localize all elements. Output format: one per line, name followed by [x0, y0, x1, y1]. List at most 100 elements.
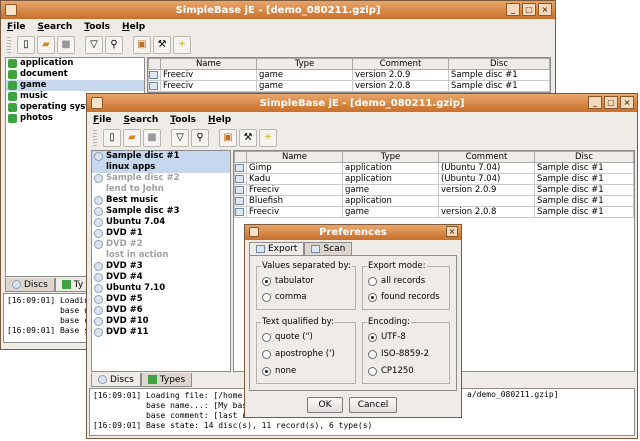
tree-item[interactable]: document [6, 69, 144, 80]
radio-quote[interactable]: quote (") [262, 332, 313, 342]
minimize-icon[interactable]: _ [588, 96, 602, 109]
tab-discs[interactable]: Discs [91, 373, 141, 387]
open-icon[interactable]: ▰ [123, 129, 141, 147]
search-icon[interactable]: ⚲ [105, 36, 123, 54]
disc-icon [94, 174, 103, 183]
export-mode-group: Export mode: all records found records [362, 261, 450, 310]
radio-tabulator[interactable]: tabulator [262, 276, 314, 286]
tree-item-comment[interactable]: linux apps [92, 162, 230, 173]
radio-found-records[interactable]: found records [368, 292, 440, 302]
tab-scan[interactable]: Scan [304, 242, 353, 255]
close-icon[interactable]: × [620, 96, 634, 109]
dialog-titlebar[interactable]: Preferences × [245, 225, 461, 240]
disc-icon [94, 229, 103, 238]
col-name-header[interactable]: Name [246, 151, 343, 163]
type-icon [8, 59, 17, 68]
tree-item-disc[interactable]: Sample disc #2 [92, 173, 230, 184]
tree-item[interactable]: application [6, 58, 144, 69]
tree-item[interactable]: game [6, 80, 144, 91]
tree-item-comment[interactable]: lost in action [92, 250, 230, 261]
tree-item-disc[interactable]: DVD #6 [92, 305, 230, 316]
back-window-titlebar[interactable]: SimpleBase jE - [demo_080211.gzip] _ □ × [1, 1, 555, 19]
maximize-icon[interactable]: □ [522, 3, 536, 16]
tree-item-disc[interactable]: DVD #1 [92, 228, 230, 239]
bulb-icon[interactable]: ☀ [173, 36, 191, 54]
col-comment-header[interactable]: Comment [352, 58, 449, 70]
table-row[interactable]: Bluefish application Sample disc #1 [234, 195, 634, 207]
radio-utf8[interactable]: UTF-8 [368, 332, 406, 342]
app-icon [249, 227, 259, 237]
tab-types[interactable]: Types [140, 373, 193, 387]
encoding-group-title: Encoding: [367, 317, 412, 327]
menu-help[interactable]: Help [122, 22, 145, 32]
table-row[interactable]: Freeciv game version 2.0.8 Sample disc #… [234, 206, 634, 218]
tree-item-disc[interactable]: Ubuntu 7.10 [92, 283, 230, 294]
menu-help[interactable]: Help [208, 115, 231, 125]
toolbar-grip[interactable] [7, 37, 11, 53]
radio-apostrophe[interactable]: apostrophe (') [262, 349, 335, 359]
tree-item-disc[interactable]: DVD #11 [92, 327, 230, 338]
bulb-icon[interactable]: ☀ [259, 129, 277, 147]
cancel-button[interactable]: Cancel [349, 397, 397, 413]
tree-item-disc[interactable]: DVD #4 [92, 272, 230, 283]
col-comment-header[interactable]: Comment [438, 151, 535, 163]
radio-all-records[interactable]: all records [368, 276, 425, 286]
open-icon[interactable]: ▰ [37, 36, 55, 54]
tree-item-disc[interactable]: Ubuntu 7.04 [92, 217, 230, 228]
menu-search[interactable]: Search [123, 115, 158, 125]
tree-item-disc[interactable]: DVD #2 [92, 239, 230, 250]
col-name-header[interactable]: Name [160, 58, 257, 70]
menu-tools[interactable]: Tools [170, 115, 196, 125]
radio-indicator [262, 349, 271, 359]
filter-icon[interactable]: ▽ [85, 36, 103, 54]
table-row[interactable]: Freeciv game version 2.0.8 Sample disc #… [148, 80, 550, 92]
minimize-icon[interactable]: _ [506, 3, 520, 16]
disc-icon[interactable]: ▣ [219, 129, 237, 147]
col-type-header[interactable]: Type [256, 58, 353, 70]
radio-cp1250[interactable]: CP1250 [368, 366, 414, 376]
toolbar-grip[interactable] [93, 130, 97, 146]
search-icon[interactable]: ⚲ [191, 129, 209, 147]
tree-item-disc[interactable]: Best music [92, 195, 230, 206]
col-disc-header[interactable]: Disc [448, 58, 550, 70]
table-row[interactable]: Freeciv game version 2.0.9 Sample disc #… [234, 184, 634, 196]
disc-icon [94, 273, 103, 282]
wrench-icon[interactable]: ⚒ [153, 36, 171, 54]
tab-export[interactable]: Export [249, 242, 305, 255]
menu-tools[interactable]: Tools [84, 22, 110, 32]
new-icon[interactable]: ▯ [17, 36, 35, 54]
filter-icon[interactable]: ▽ [171, 129, 189, 147]
ok-button[interactable]: OK [307, 397, 343, 413]
col-type-header[interactable]: Type [342, 151, 439, 163]
radio-iso-8859-2[interactable]: ISO-8859-2 [368, 349, 429, 359]
table-row[interactable]: Kadu application (Ubuntu 7.04) Sample di… [234, 173, 634, 185]
tree-item-disc[interactable]: Sample disc #3 [92, 206, 230, 217]
front-window-titlebar[interactable]: SimpleBase jE - [demo_080211.gzip] _ □ × [87, 94, 637, 112]
tree-item-disc[interactable]: DVD #10 [92, 316, 230, 327]
tree-item-disc[interactable]: DVD #5 [92, 294, 230, 305]
record-icon [235, 196, 244, 205]
col-disc-header[interactable]: Disc [534, 151, 634, 163]
new-icon[interactable]: ▯ [103, 129, 121, 147]
close-icon[interactable]: × [538, 3, 552, 16]
tree-item-comment[interactable]: lend to John [92, 184, 230, 195]
encoding-group: Encoding: UTF-8 ISO-8859-2 CP1250 [362, 317, 450, 384]
tree-item-disc[interactable]: DVD #3 [92, 261, 230, 272]
table-row[interactable]: Freeciv game version 2.0.9 Sample disc #… [148, 69, 550, 81]
radio-none[interactable]: none [262, 366, 296, 376]
table-row[interactable]: Gimp application (Ubuntu 7.04) Sample di… [234, 162, 634, 174]
save-icon[interactable]: ■ [57, 36, 75, 54]
menu-file[interactable]: File [93, 115, 111, 125]
wrench-icon[interactable]: ⚒ [239, 129, 257, 147]
menu-file[interactable]: File [7, 22, 25, 32]
menu-search[interactable]: Search [37, 22, 72, 32]
save-icon[interactable]: ■ [143, 129, 161, 147]
radio-comma[interactable]: comma [262, 292, 307, 302]
tree-item-disc[interactable]: Sample disc #1 [92, 151, 230, 162]
close-icon[interactable]: × [446, 226, 458, 237]
scan-icon [311, 245, 321, 253]
tab-discs[interactable]: Discs [5, 278, 55, 292]
maximize-icon[interactable]: □ [604, 96, 618, 109]
disc-icon[interactable]: ▣ [133, 36, 151, 54]
tab-types[interactable]: Ty [54, 278, 91, 292]
